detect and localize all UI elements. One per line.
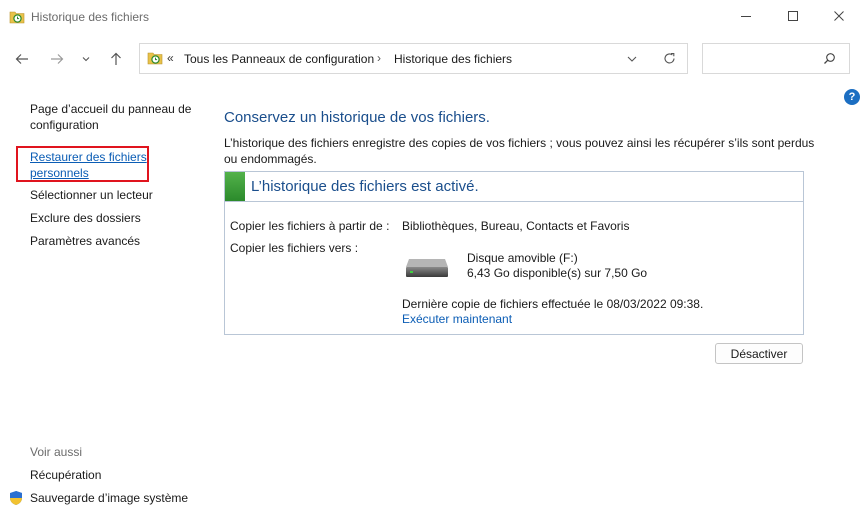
- sidebar-select-drive[interactable]: Sélectionner un lecteur: [30, 187, 153, 203]
- status-indicator: [225, 172, 245, 201]
- forward-button[interactable]: [45, 47, 69, 71]
- run-now-link[interactable]: Exécuter maintenant: [402, 312, 512, 326]
- address-bar[interactable]: « Tous les Panneaux de configuration › H…: [139, 43, 688, 74]
- overflow-chevrons[interactable]: «: [167, 51, 174, 65]
- sidebar-recovery[interactable]: Récupération: [30, 467, 101, 483]
- arrow-left-icon: [15, 54, 28, 64]
- breadcrumb-control-panel[interactable]: Tous les Panneaux de configuration: [184, 52, 374, 66]
- sidebar-exclude-folders[interactable]: Exclure des dossiers: [30, 210, 141, 226]
- shield-icon: [8, 490, 24, 506]
- refresh-button[interactable]: [663, 52, 676, 68]
- address-dropdown-button[interactable]: [626, 53, 638, 68]
- recent-locations-button[interactable]: [76, 47, 96, 71]
- see-also-heading: Voir aussi: [30, 445, 83, 459]
- breadcrumb-separator-icon: ›: [377, 51, 381, 65]
- close-button[interactable]: [816, 0, 862, 32]
- sidebar-restore-personal-files[interactable]: Restaurer des fichiers personnels: [30, 149, 147, 181]
- minimize-button[interactable]: [723, 0, 769, 32]
- deactivate-button[interactable]: Désactiver: [715, 343, 803, 364]
- title-bar: Historique des fichiers: [0, 0, 862, 34]
- drive-space: 6,43 Go disponible(s) sur 7,50 Go: [467, 266, 648, 280]
- drive-icon: [405, 255, 449, 279]
- up-button[interactable]: [104, 47, 128, 71]
- search-icon: [823, 52, 836, 68]
- search-input[interactable]: [702, 43, 850, 74]
- sidebar-control-panel-home[interactable]: Page d’accueil du panneau de configurati…: [30, 101, 191, 133]
- maximize-button[interactable]: [770, 0, 816, 32]
- sidebar-restore-line2: personnels: [30, 166, 89, 180]
- status-header: L’historique des fichiers est activé.: [225, 172, 803, 202]
- close-icon: [834, 11, 844, 21]
- arrow-right-icon: [51, 54, 64, 64]
- status-title: L’historique des fichiers est activé.: [251, 178, 479, 195]
- chevron-down-icon: [82, 57, 90, 62]
- page-description: L’historique des fichiers enregistre des…: [224, 136, 815, 166]
- page-title: Conservez un historique de vos fichiers.: [224, 109, 490, 126]
- control-panel-icon: [147, 50, 163, 66]
- refresh-icon: [664, 52, 675, 64]
- back-button[interactable]: [10, 47, 34, 71]
- minimize-icon: [741, 16, 751, 17]
- status-panel: L’historique des fichiers est activé. Co…: [224, 171, 804, 335]
- sidebar-advanced-settings[interactable]: Paramètres avancés: [30, 233, 140, 249]
- sidebar-restore-line1: Restaurer des fichiers: [30, 150, 147, 164]
- sidebar-system-image-backup[interactable]: Sauvegarde d’image système: [30, 490, 188, 506]
- breadcrumb-file-history[interactable]: Historique des fichiers: [394, 52, 512, 66]
- arrow-up-icon: [111, 52, 121, 65]
- copy-from-label: Copier les fichiers à partir de :: [230, 219, 390, 233]
- maximize-icon: [788, 11, 798, 21]
- chevron-down-icon: [627, 56, 637, 62]
- file-history-icon: [9, 9, 25, 25]
- last-copy-text: Dernière copie de fichiers effectuée le …: [402, 297, 704, 311]
- copy-from-value: Bibliothèques, Bureau, Contacts et Favor…: [402, 219, 630, 233]
- help-icon[interactable]: ?: [844, 89, 860, 105]
- sidebar-home-line2: configuration: [30, 118, 99, 132]
- copy-to-label: Copier les fichiers vers :: [230, 241, 359, 255]
- drive-name: Disque amovible (F:): [467, 251, 578, 265]
- window-title: Historique des fichiers: [31, 10, 150, 24]
- sidebar-home-line1: Page d’accueil du panneau de: [30, 102, 192, 116]
